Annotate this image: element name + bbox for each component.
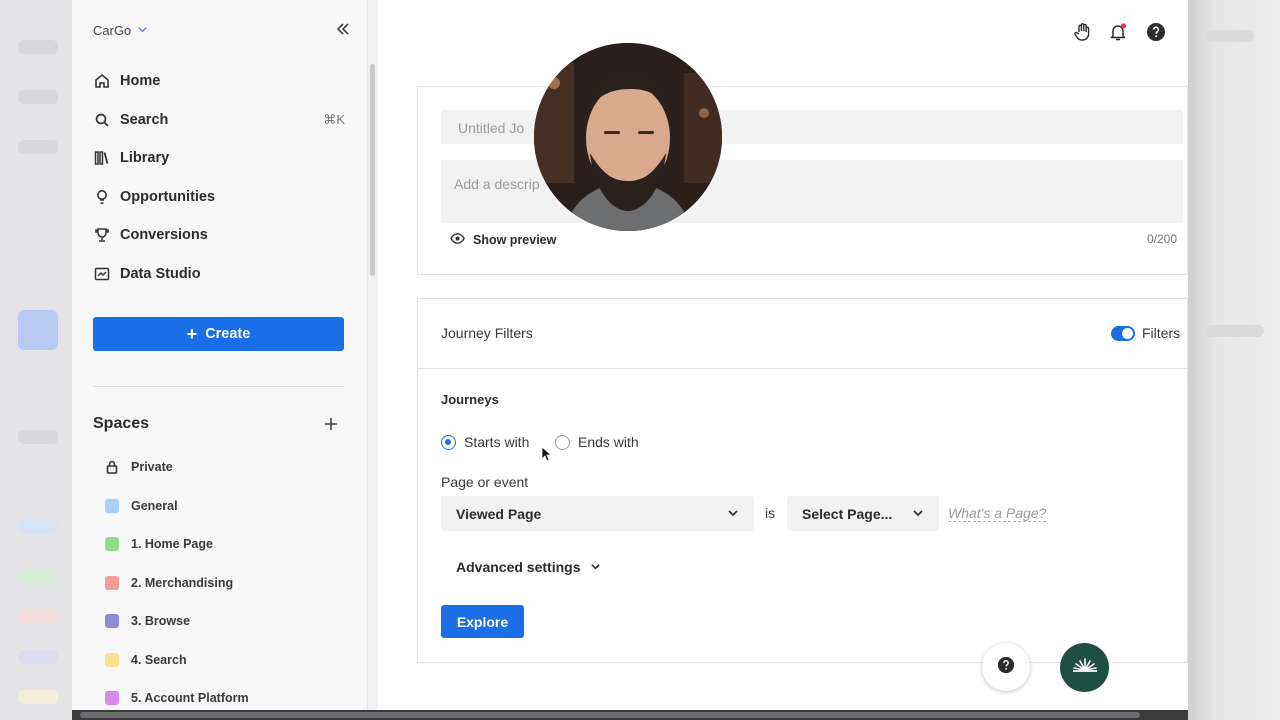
scrollbar-thumb[interactable] [80, 712, 1140, 718]
spaces-heading: Spaces [93, 415, 150, 432]
nav-home[interactable]: Home [93, 66, 345, 96]
space-color-swatch [105, 499, 119, 513]
space-color-swatch [105, 614, 119, 628]
bell-icon[interactable] [1107, 21, 1129, 43]
space-color-swatch [105, 653, 119, 667]
space-color-swatch [105, 537, 119, 551]
search-shortcut: ⌘K [323, 112, 345, 127]
journeys-heading: Journeys [441, 392, 499, 407]
nav-data-studio-label: Data Studio [120, 266, 201, 282]
radio-dot [441, 434, 456, 450]
filters-toggle[interactable] [1111, 326, 1135, 341]
nav-data-studio[interactable]: Data Studio [93, 259, 345, 289]
journey-filters-card [417, 298, 1188, 663]
is-label: is [765, 505, 776, 521]
mouse-cursor [541, 446, 553, 467]
nav-library[interactable]: Library [93, 143, 345, 173]
nav-opportunities-label: Opportunities [120, 189, 216, 205]
page-event-select[interactable]: Viewed Page [441, 496, 754, 531]
presenter-video-image [534, 43, 722, 231]
chevron-down-icon [137, 23, 148, 38]
explore-button[interactable]: Explore [441, 605, 524, 638]
nav-opportunities[interactable]: Opportunities [93, 182, 345, 212]
org-switcher[interactable]: CarGo [93, 23, 148, 38]
space-item-account-platform[interactable]: 5. Account Platform [105, 685, 249, 710]
trophy-icon [93, 227, 110, 244]
toggle-knob [1122, 328, 1133, 339]
space-item-home-page[interactable]: 1. Home Page [105, 531, 213, 557]
chevron-down-icon [912, 506, 924, 522]
select-page-value: Select Page... [802, 505, 893, 522]
radio-label: Ends with [578, 434, 639, 450]
journey-filters-title: Journey Filters [441, 325, 533, 341]
space-label: 2. Merchandising [131, 576, 234, 590]
space-label: 4. Search [131, 653, 187, 667]
advanced-settings-label: Advanced settings [456, 559, 581, 575]
eye-icon [450, 231, 465, 249]
space-item-merchandising[interactable]: 2. Merchandising [105, 570, 233, 596]
advanced-settings-toggle[interactable]: Advanced settings [456, 559, 601, 575]
radio-dot [555, 434, 570, 450]
space-item-search[interactable]: 4. Search [105, 647, 187, 673]
lightbulb-icon [93, 189, 110, 206]
space-item-general[interactable]: General [105, 493, 178, 519]
webcam-overlay [534, 43, 722, 231]
background-right [1188, 0, 1280, 720]
add-space-icon[interactable] [324, 414, 338, 437]
space-color-swatch [105, 691, 119, 705]
chevron-down-icon [727, 506, 739, 522]
chevron-down-icon [590, 559, 601, 575]
home-icon [93, 73, 110, 90]
plus-icon: + [186, 324, 198, 344]
nav-conversions-label: Conversions [120, 227, 208, 243]
select-page-dropdown[interactable]: Select Page... [787, 496, 939, 531]
help-icon [997, 656, 1015, 679]
create-button-label: Create [205, 326, 251, 342]
lock-icon [105, 460, 119, 474]
description-placeholder: Add a descrip [454, 176, 540, 192]
help-icon[interactable] [1145, 21, 1167, 43]
sidebar-scrollbar[interactable] [370, 64, 375, 276]
radio-ends-with[interactable]: Ends with [555, 434, 639, 450]
space-item-private[interactable]: Private [105, 454, 173, 480]
create-button[interactable]: + Create [93, 317, 344, 351]
search-icon [93, 112, 110, 129]
hand-raise-icon[interactable] [1072, 21, 1094, 43]
character-count: 0/200 [1147, 232, 1178, 246]
title-placeholder: Untitled Jo [458, 120, 525, 136]
org-name: CarGo [93, 23, 132, 38]
chart-icon [93, 266, 110, 283]
nav-conversions[interactable]: Conversions [93, 220, 345, 250]
help-chat-button[interactable] [982, 643, 1030, 691]
space-label: 5. Account Platform [131, 691, 249, 705]
space-color-swatch [105, 576, 119, 590]
space-label: 1. Home Page [131, 537, 213, 551]
show-preview-toggle[interactable]: Show preview [450, 231, 556, 249]
radio-starts-with[interactable]: Starts with [441, 434, 529, 450]
space-item-browse[interactable]: 3. Browse [105, 608, 190, 634]
nav-search[interactable]: Search ⌘K [93, 105, 345, 135]
assistant-launcher-button[interactable] [1060, 643, 1109, 692]
space-label: 3. Browse [131, 614, 191, 628]
nav-home-label: Home [120, 73, 161, 89]
show-preview-label: Show preview [473, 233, 557, 247]
sunburst-icon [1071, 655, 1099, 680]
library-icon [93, 150, 110, 167]
space-label: General [131, 499, 178, 513]
filters-divider [417, 368, 1188, 369]
nav-search-label: Search [120, 112, 169, 128]
page-or-event-label: Page or event [441, 474, 529, 490]
radio-label: Starts with [464, 434, 530, 450]
collapse-sidebar-icon[interactable] [336, 20, 350, 41]
filters-toggle-label: Filters [1142, 325, 1181, 341]
window-scrollbar[interactable] [72, 710, 1188, 720]
whats-a-page-link[interactable]: What's a Page? [948, 505, 1047, 522]
space-label: Private [131, 460, 173, 474]
page-event-value: Viewed Page [456, 505, 542, 522]
nav-library-label: Library [120, 150, 170, 166]
sidebar: CarGo Home Search ⌘K Library Opportuniti… [72, 0, 368, 710]
sidebar-divider [93, 386, 344, 387]
background-left [0, 0, 72, 720]
